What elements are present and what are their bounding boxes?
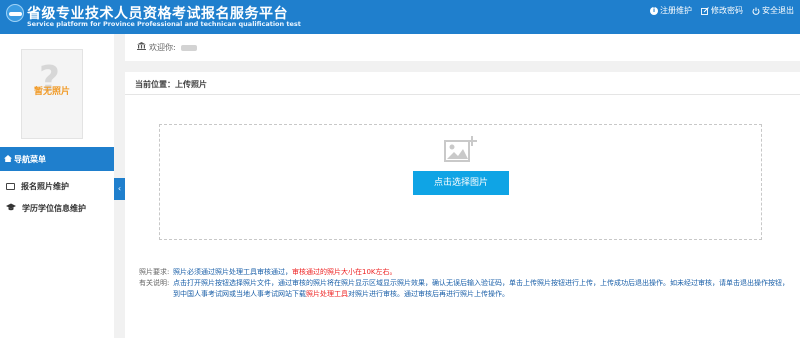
username-redacted	[180, 44, 197, 51]
change-password-link[interactable]: 修改密码	[701, 5, 743, 16]
graduation-cap-icon	[6, 203, 16, 213]
photo-placeholder: ? 暂无照片	[21, 49, 83, 139]
image-icon	[6, 182, 15, 190]
nav-menu-header: 导航菜单	[0, 147, 114, 171]
choose-image-button[interactable]: 点击选择图片	[413, 171, 509, 195]
no-photo-label: 暂无照片	[33, 87, 70, 97]
logo	[6, 4, 24, 22]
sidebar: ? 暂无照片 导航菜单 报名照片维护 学历学位信息维护	[0, 34, 114, 338]
top-header: 省级专业技术人员资格考试报名服务平台 Service platform for …	[0, 0, 800, 34]
platform-subtitle: Service platform for Province Profession…	[27, 20, 301, 28]
instructions-part2: 对照片进行审核。通过审核后再进行照片上传操作。	[348, 290, 509, 298]
power-icon	[752, 7, 760, 15]
sidebar-item-photo-maintain[interactable]: 报名照片维护	[0, 175, 114, 197]
photo-requirement-row: 照片要求: 照片必须通过照片处理工具审核通过，审核通过的照片大小在10K左右。	[139, 267, 789, 278]
chevron-left-icon: ‹	[117, 184, 122, 193]
photo-requirement-text: 照片必须通过照片处理工具审核通过，审核通过的照片大小在10K左右。	[173, 267, 397, 278]
main-panel: 当前位置：上传照片 点击选择图片 照片要求: 照片必须通过照片处理工具审核通过，…	[125, 72, 800, 338]
welcome-bar: 欢迎你:	[125, 34, 800, 61]
logout-link[interactable]: 安全退出	[752, 5, 794, 16]
info-icon: i	[650, 6, 658, 15]
register-maintain-label: 注册维护	[660, 6, 692, 15]
register-maintain-link[interactable]: i 注册维护	[650, 5, 692, 16]
sidebar-collapse-toggle[interactable]: ‹	[114, 178, 125, 200]
edit-icon	[701, 6, 709, 15]
welcome-label: 欢迎你:	[149, 43, 176, 52]
logout-label: 安全退出	[762, 6, 794, 15]
breadcrumb: 当前位置：上传照片	[135, 80, 207, 89]
bank-icon	[137, 42, 146, 53]
sidebar-item-degree-maintain[interactable]: 学历学位信息维护	[0, 197, 114, 219]
change-password-label: 修改密码	[711, 6, 743, 15]
instructions-row: 有关说明: 点击打开照片按钮选择照片文件，通过审核的照片将在照片显示区域显示照片…	[139, 278, 789, 300]
instructions-text: 点击打开照片按钮选择照片文件，通过审核的照片将在照片显示区域显示照片效果，确认无…	[173, 278, 789, 300]
upload-notes: 照片要求: 照片必须通过照片处理工具审核通过，审核通过的照片大小在10K左右。 …	[139, 267, 789, 300]
header-links: i 注册维护 修改密码 安全退出	[650, 5, 794, 16]
instructions-label: 有关说明:	[139, 279, 170, 287]
requirement-text: 照片必须通过照片处理工具审核通过，	[173, 268, 292, 276]
sidebar-item-label: 报名照片维护	[21, 181, 69, 191]
add-image-icon	[444, 135, 478, 163]
photo-requirement-label: 照片要求:	[139, 268, 170, 276]
divider	[125, 94, 800, 95]
photo-upload-area[interactable]: 点击选择图片	[159, 124, 762, 240]
home-icon	[4, 154, 12, 164]
nav-menu-title: 导航菜单	[14, 154, 46, 164]
photo-tool-highlight: 照片处理工具	[306, 290, 348, 298]
requirement-highlight: 审核通过的照片大小在10K左右。	[292, 268, 397, 276]
sidebar-item-label: 学历学位信息维护	[22, 203, 86, 213]
